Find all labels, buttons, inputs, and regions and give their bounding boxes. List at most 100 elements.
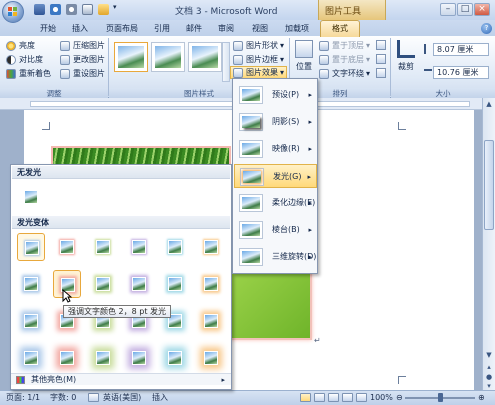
glow-variant-option[interactable]: [197, 233, 225, 261]
open-folder-icon[interactable]: [98, 4, 109, 15]
glow-variant-option[interactable]: [53, 344, 81, 372]
previous-page-icon[interactable]: ▴: [484, 362, 494, 372]
close-button[interactable]: ×: [474, 3, 490, 16]
picture-border-button[interactable]: 图片边框 ▾: [233, 53, 284, 66]
more-glow-colors-item[interactable]: 其他亮色(M) ▸: [11, 373, 231, 385]
width-input[interactable]: 10.76 厘米: [433, 66, 489, 79]
glow-variant-option[interactable]: [197, 344, 225, 372]
help-icon[interactable]: ?: [481, 23, 492, 34]
bring-to-front-button[interactable]: 置于顶层 ▾: [319, 39, 370, 52]
menu-item-preset[interactable]: 预设(P) ▸: [234, 83, 317, 107]
status-language[interactable]: 英语(美国): [103, 391, 141, 404]
zoom-slider-thumb[interactable]: [438, 393, 443, 402]
brightness-button[interactable]: 亮度: [6, 39, 35, 52]
document-photo[interactable]: [51, 146, 231, 166]
glow-variant-option[interactable]: [125, 270, 153, 298]
submenu-arrow-icon: ▸: [307, 173, 311, 181]
glow-variant-option[interactable]: [17, 233, 45, 261]
reset-picture-button[interactable]: 重设图片: [60, 67, 105, 80]
tab-references[interactable]: 引用: [150, 22, 174, 36]
glow-variant-option[interactable]: [161, 344, 189, 372]
height-input[interactable]: 8.07 厘米: [433, 43, 489, 56]
scroll-down-icon[interactable]: ▼: [484, 350, 494, 360]
tab-insert[interactable]: 插入: [68, 22, 92, 36]
glow-variant-option[interactable]: [197, 270, 225, 298]
glow-variant-option[interactable]: [125, 344, 153, 372]
scroll-thumb[interactable]: [484, 140, 494, 230]
crop-label: 裁剪: [398, 62, 414, 71]
tab-view[interactable]: 视图: [248, 22, 272, 36]
align-icon[interactable]: [376, 40, 386, 50]
contrast-button[interactable]: 对比度: [6, 53, 43, 66]
style-gallery-scroll[interactable]: [222, 42, 230, 82]
zoom-out-icon[interactable]: ⊖: [396, 391, 403, 404]
undo-icon[interactable]: [50, 4, 61, 15]
scroll-up-icon[interactable]: ▲: [484, 99, 494, 109]
menu-item-bevel[interactable]: 棱台(B) ▸: [234, 218, 317, 242]
status-insert-mode[interactable]: 插入: [152, 391, 168, 404]
picture-shape-button[interactable]: 图片形状 ▾: [233, 39, 284, 52]
glow-variant-option[interactable]: [17, 307, 45, 335]
group-icon[interactable]: [376, 54, 386, 64]
glow-variant-option[interactable]: [89, 270, 117, 298]
zoom-level[interactable]: 100%: [370, 391, 393, 404]
document-photo-glow[interactable]: [228, 266, 312, 340]
tab-review[interactable]: 审阅: [214, 22, 238, 36]
glow-variant-option[interactable]: [161, 233, 189, 261]
print-layout-icon[interactable]: [300, 393, 311, 402]
office-button[interactable]: [2, 1, 24, 23]
change-picture-button[interactable]: 更改图片: [60, 53, 105, 66]
menu-item-shadow[interactable]: 阴影(S) ▸: [234, 110, 317, 134]
picture-style-thumb[interactable]: [114, 42, 148, 72]
save-icon[interactable]: [34, 4, 45, 15]
glow-variant-option[interactable]: [17, 344, 45, 372]
tab-addins[interactable]: 加载项: [280, 22, 314, 36]
crop-icon: [397, 40, 415, 58]
picture-style-thumb[interactable]: [151, 42, 185, 72]
glow-variant-option[interactable]: [53, 233, 81, 261]
submenu-arrow-icon: ▸: [308, 226, 312, 234]
compress-pictures-button[interactable]: 压缩图片: [60, 39, 105, 52]
recolor-button[interactable]: 重新着色: [6, 67, 51, 80]
preset-icon: [239, 86, 263, 104]
vertical-scrollbar[interactable]: ▲ ▼ ▴ ● ▾: [482, 98, 495, 390]
redo-icon[interactable]: [66, 4, 77, 15]
menu-item-glow[interactable]: 发光(G) ▸: [234, 164, 317, 188]
change-picture-icon: [60, 54, 70, 65]
zoom-in-icon[interactable]: ⊕: [478, 391, 485, 404]
glow-variant-option[interactable]: [89, 344, 117, 372]
status-words[interactable]: 字数: 0: [50, 391, 76, 404]
status-page[interactable]: 页面: 1/1: [6, 391, 40, 404]
text-wrap-button[interactable]: 文字环绕 ▾: [319, 67, 370, 80]
tab-home[interactable]: 开始: [36, 22, 60, 36]
print-preview-icon[interactable]: [82, 4, 93, 15]
menu-item-label: 发光(G): [273, 172, 302, 181]
glow-variant-option[interactable]: [89, 233, 117, 261]
glow-variant-option[interactable]: [161, 270, 189, 298]
menu-item-soft-edges[interactable]: 柔化边缘(E) ▸: [234, 191, 317, 215]
maximize-button[interactable]: □: [457, 3, 473, 16]
send-to-back-button[interactable]: 置于底层 ▾: [319, 53, 370, 66]
menu-item-reflection[interactable]: 映像(R) ▸: [234, 137, 317, 161]
glow-variant-option[interactable]: [17, 270, 45, 298]
submenu-arrow-icon: ▸: [308, 199, 312, 207]
menu-item-3d-rotation[interactable]: 三维旋转(D) ▸: [234, 245, 317, 269]
tab-page-layout[interactable]: 页面布局: [100, 22, 144, 36]
full-screen-reading-icon[interactable]: [314, 393, 325, 402]
rotate-icon[interactable]: [376, 68, 386, 78]
draft-icon[interactable]: [356, 393, 367, 402]
tab-mailings[interactable]: 邮件: [182, 22, 206, 36]
web-layout-icon[interactable]: [328, 393, 339, 402]
position-button[interactable]: 位置: [293, 40, 315, 74]
crop-button[interactable]: 裁剪: [394, 40, 418, 74]
glow-variant-option[interactable]: [197, 307, 225, 335]
outline-icon[interactable]: [342, 393, 353, 402]
picture-style-thumb[interactable]: [188, 42, 222, 72]
no-glow-option[interactable]: [17, 183, 45, 211]
tab-format[interactable]: 格式: [320, 20, 360, 37]
glow-variant-option[interactable]: [125, 233, 153, 261]
proofing-icon[interactable]: [88, 393, 99, 402]
qat-customize-icon[interactable]: ▾: [113, 3, 117, 11]
text-wrap-label: 文字环绕: [332, 69, 364, 78]
minimize-button[interactable]: –: [440, 3, 456, 16]
